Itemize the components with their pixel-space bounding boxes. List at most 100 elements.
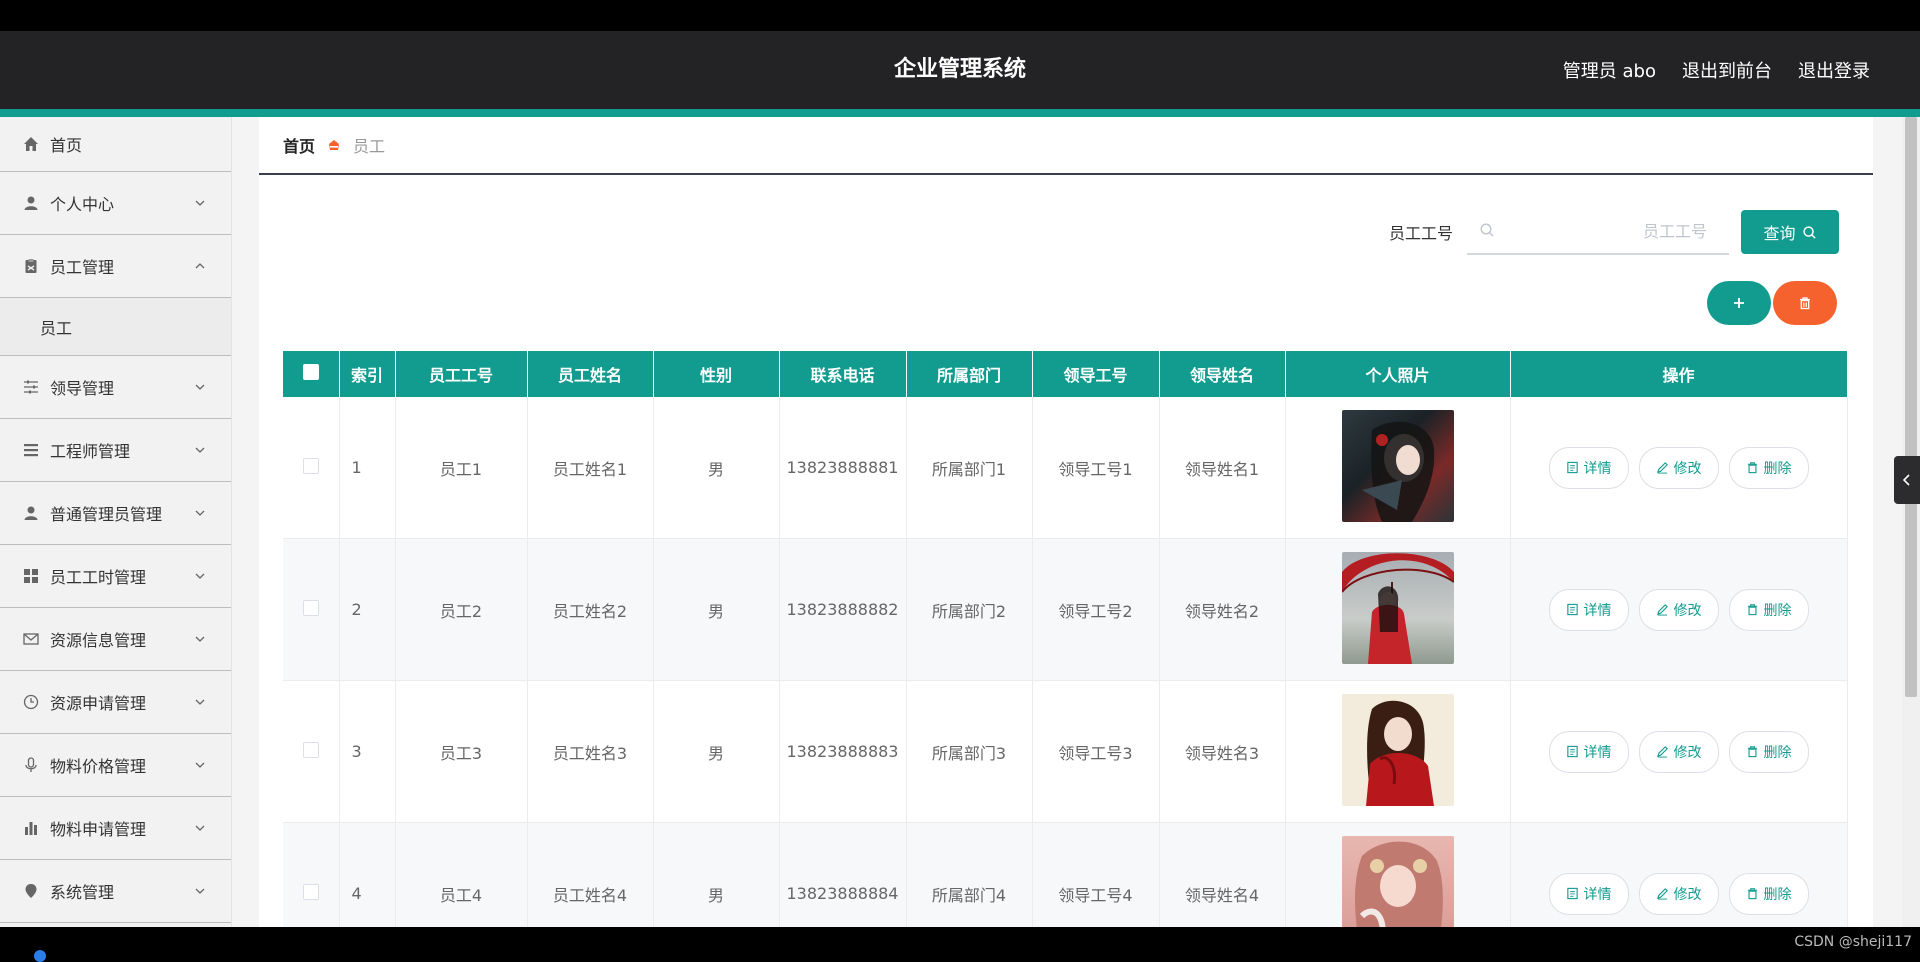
row-checkbox[interactable] bbox=[302, 599, 319, 616]
column-header[interactable]: 操作 bbox=[1510, 351, 1848, 397]
side-collapse-tab[interactable] bbox=[1894, 456, 1920, 504]
sidebar-item-resource-apply[interactable]: 资源申请管理 bbox=[0, 671, 231, 734]
employee-photo[interactable] bbox=[1341, 551, 1454, 664]
sidebar-item-system[interactable]: 系统管理 bbox=[0, 860, 231, 923]
row-checkbox[interactable] bbox=[302, 741, 319, 758]
select-all-checkbox[interactable] bbox=[302, 364, 319, 380]
user-icon bbox=[22, 504, 40, 522]
search-area: 员工工号 查询 bbox=[1389, 209, 1839, 255]
sidebar-label: 物料申请管理 bbox=[50, 820, 147, 839]
edit-label: 修改 bbox=[1673, 744, 1702, 761]
chevron-left-icon bbox=[1902, 474, 1910, 486]
employee-id-cell: 员工4 bbox=[395, 822, 528, 927]
query-button[interactable]: 查询 bbox=[1741, 210, 1839, 254]
detail-button[interactable]: 详情 bbox=[1548, 446, 1629, 489]
admin-user-label[interactable]: 管理员 abo bbox=[1563, 57, 1656, 83]
breadcrumb-current: 员工 bbox=[353, 137, 386, 156]
department-cell: 所属部门3 bbox=[906, 680, 1033, 823]
gender-cell: 男 bbox=[653, 680, 780, 823]
detail-button[interactable]: 详情 bbox=[1548, 588, 1629, 631]
column-header[interactable]: 员工工号 bbox=[395, 351, 528, 397]
sidebar-item-engineer[interactable]: 工程师管理 bbox=[0, 419, 231, 482]
detail-button[interactable]: 详情 bbox=[1548, 730, 1629, 773]
leader-name-cell: 领导姓名1 bbox=[1159, 397, 1286, 539]
sidebar-label: 个人中心 bbox=[50, 195, 115, 214]
row-checkbox[interactable] bbox=[302, 883, 319, 900]
exit-to-front-link[interactable]: 退出到前台 bbox=[1682, 57, 1772, 83]
top-links: 管理员 abo 退出到前台 退出登录 bbox=[1563, 31, 1870, 109]
sidebar-label: 首页 bbox=[50, 136, 83, 155]
chevron-down-icon bbox=[195, 573, 205, 579]
document-icon bbox=[1566, 603, 1578, 616]
gender-cell: 男 bbox=[653, 538, 780, 681]
document-icon bbox=[1566, 745, 1578, 758]
sidebar-item-material-apply[interactable]: 物料申请管理 bbox=[0, 797, 231, 860]
delete-button[interactable]: 删除 bbox=[1728, 872, 1809, 915]
breadcrumb-home[interactable]: 首页 bbox=[283, 133, 315, 157]
detail-button[interactable]: 详情 bbox=[1548, 872, 1629, 915]
leader-name-cell: 领导姓名3 bbox=[1159, 680, 1286, 823]
edit-button[interactable]: 修改 bbox=[1638, 730, 1719, 773]
search-icon bbox=[1802, 225, 1816, 239]
home-icon bbox=[22, 135, 40, 153]
sidebar-label: 员工工时管理 bbox=[50, 568, 147, 587]
video-progress-dot[interactable] bbox=[34, 950, 46, 962]
page-scrollbar[interactable] bbox=[1902, 117, 1920, 927]
employee-table: 索引 员工工号 员工姓名 性别 联系电话 所属部门 领导工号 领导姓名 个人照片… bbox=[283, 351, 1848, 927]
photo-cell bbox=[1285, 822, 1511, 927]
sidebar-item-home[interactable]: 首页 bbox=[0, 117, 231, 172]
table-row: 3 员工3 员工姓名3 男 13823888883 所属部门3 领导工号3 领导… bbox=[283, 680, 1848, 823]
edit-button[interactable]: 修改 bbox=[1638, 446, 1719, 489]
sidebar-item-material-price[interactable]: 物料价格管理 bbox=[0, 734, 231, 797]
search-input[interactable] bbox=[1467, 211, 1729, 251]
column-header[interactable]: 员工姓名 bbox=[527, 351, 654, 397]
clock-icon bbox=[22, 693, 40, 711]
detail-label: 详情 bbox=[1583, 602, 1612, 619]
sidebar-sublabel: 员工 bbox=[40, 318, 73, 338]
add-button[interactable] bbox=[1707, 281, 1771, 325]
employee-photo[interactable] bbox=[1341, 693, 1454, 806]
sidebar-item-personal[interactable]: 个人中心 bbox=[0, 172, 231, 235]
sidebar-item-resource-info[interactable]: 资源信息管理 bbox=[0, 608, 231, 671]
row-checkbox[interactable] bbox=[302, 457, 319, 474]
delete-button[interactable]: 删除 bbox=[1728, 730, 1809, 773]
edit-button[interactable]: 修改 bbox=[1638, 588, 1719, 631]
chevron-down-icon bbox=[195, 510, 205, 516]
table-row: 2 员工2 员工姓名2 男 13823888882 所属部门2 领导工号2 领导… bbox=[283, 538, 1848, 681]
column-header[interactable]: 领导姓名 bbox=[1159, 351, 1286, 397]
leader-id-cell: 领导工号2 bbox=[1032, 538, 1160, 681]
logout-link[interactable]: 退出登录 bbox=[1798, 57, 1870, 83]
sidebar-item-admin[interactable]: 普通管理员管理 bbox=[0, 482, 231, 545]
sidebar-label: 领导管理 bbox=[50, 379, 115, 398]
column-header[interactable]: 索引 bbox=[339, 351, 396, 397]
row-select-cell bbox=[283, 538, 340, 681]
sidebar-label: 资源申请管理 bbox=[50, 694, 147, 713]
delete-button[interactable]: 删除 bbox=[1728, 588, 1809, 631]
edit-label: 修改 bbox=[1673, 886, 1702, 903]
employee-photo[interactable] bbox=[1341, 835, 1454, 927]
sidebar-item-employee-mgmt[interactable]: 员工管理 bbox=[0, 235, 231, 298]
sidebar-subitem-employee[interactable]: 员工 bbox=[0, 298, 231, 356]
sidebar-item-hours[interactable]: 员工工时管理 bbox=[0, 545, 231, 608]
photo-cell bbox=[1285, 680, 1511, 823]
column-header[interactable]: 性别 bbox=[653, 351, 780, 397]
edit-button[interactable]: 修改 bbox=[1638, 872, 1719, 915]
phone-cell: 13823888882 bbox=[779, 538, 907, 681]
column-header[interactable]: 领导工号 bbox=[1032, 351, 1160, 397]
batch-delete-button[interactable] bbox=[1773, 281, 1837, 325]
actions-cell: 详情 修改 删除 bbox=[1510, 822, 1848, 927]
chevron-down-icon bbox=[195, 825, 205, 831]
main-panel: 首页 员工 员工工号 查询 bbox=[259, 117, 1873, 927]
scrollbar-thumb[interactable] bbox=[1905, 117, 1917, 697]
employee-photo[interactable] bbox=[1341, 409, 1454, 522]
column-header[interactable]: 联系电话 bbox=[779, 351, 907, 397]
trash-icon bbox=[1800, 297, 1810, 310]
column-header[interactable]: 个人照片 bbox=[1285, 351, 1511, 397]
sidebar-item-leader[interactable]: 领导管理 bbox=[0, 356, 231, 419]
grid-icon bbox=[22, 567, 40, 585]
column-header[interactable]: 所属部门 bbox=[906, 351, 1033, 397]
phone-cell: 13823888883 bbox=[779, 680, 907, 823]
row-select-cell bbox=[283, 822, 340, 927]
delete-button[interactable]: 删除 bbox=[1728, 446, 1809, 489]
breadcrumb: 首页 员工 bbox=[259, 117, 1873, 175]
